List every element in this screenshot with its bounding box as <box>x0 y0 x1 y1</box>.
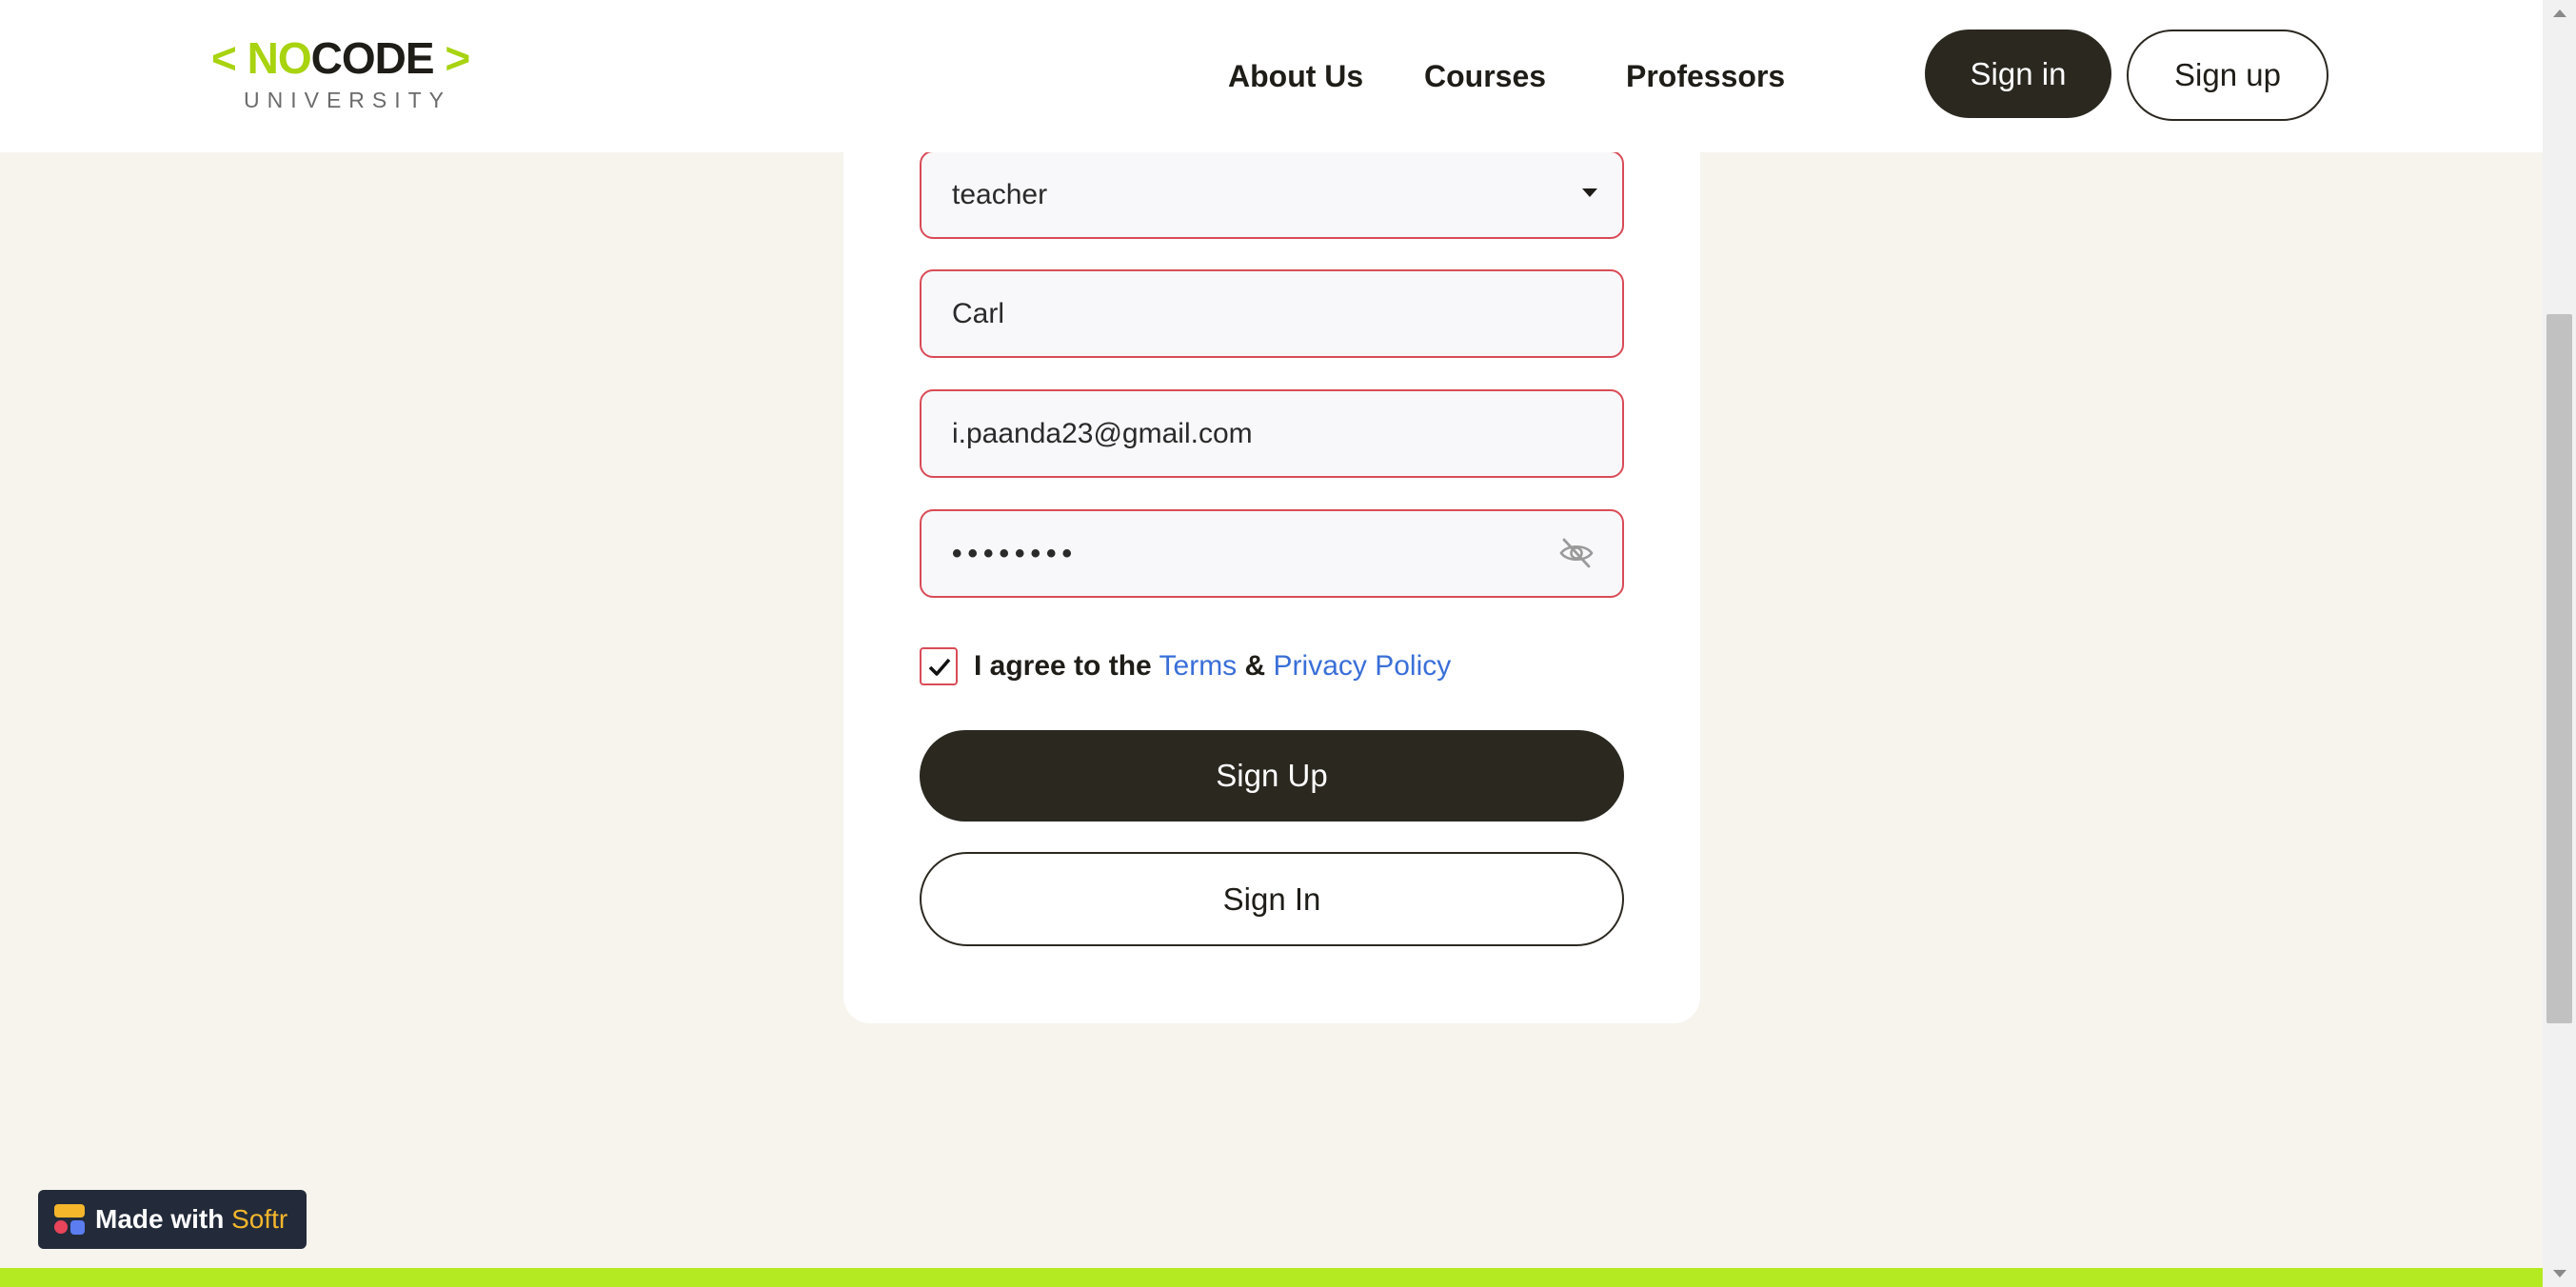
role-select[interactable]: teacher <box>920 150 1624 239</box>
nav-professors[interactable]: Professors <box>1626 55 1785 97</box>
header-sign-in-button[interactable]: Sign in <box>1925 30 2111 118</box>
sign-in-button[interactable]: Sign In <box>920 852 1624 946</box>
email-field-value: i.paanda23@gmail.com <box>952 418 1253 449</box>
name-field[interactable]: Carl <box>920 269 1624 358</box>
eye-off-icon[interactable] <box>1559 537 1594 569</box>
privacy-policy-link[interactable]: Privacy Policy <box>1274 650 1452 682</box>
scroll-down-icon[interactable] <box>2553 1270 2566 1277</box>
site-header: < NOCODE > UNIVERSITY About Us Courses P… <box>0 0 2543 152</box>
scrollbar-thumb[interactable] <box>2546 314 2572 1023</box>
footer-accent-bar <box>0 1268 2543 1287</box>
caret-down-icon <box>1582 188 1597 197</box>
sign-up-button[interactable]: Sign Up <box>920 730 1624 822</box>
name-field-value: Carl <box>952 298 1005 329</box>
logo-wordmark: < NOCODE > <box>211 33 470 83</box>
header-sign-up-button[interactable]: Sign up <box>2127 30 2328 121</box>
scroll-up-icon[interactable] <box>2553 10 2566 17</box>
email-field[interactable]: i.paanda23@gmail.com <box>920 389 1624 478</box>
logo-subtitle: UNIVERSITY <box>244 88 452 112</box>
nocode-university-logo[interactable]: < NOCODE > UNIVERSITY <box>211 34 470 114</box>
terms-link[interactable]: Terms <box>1159 650 1238 682</box>
agree-label: I agree to the Terms & Privacy Policy <box>974 650 1452 682</box>
made-with-softr-badge[interactable]: Made with Softr <box>38 1190 307 1249</box>
nav-courses[interactable]: Courses <box>1424 55 1546 97</box>
checkmark-icon <box>928 658 951 676</box>
page-scrollbar[interactable] <box>2543 0 2576 1287</box>
password-field-value: •••••••• <box>952 538 1079 569</box>
softr-badge-label: Made with Softr <box>95 1204 288 1234</box>
nav-about-us[interactable]: About Us <box>1228 55 1363 97</box>
role-select-value: teacher <box>952 179 1048 210</box>
password-field[interactable]: •••••••• <box>920 509 1624 598</box>
softr-logo-icon <box>53 1203 86 1236</box>
agree-checkbox[interactable] <box>920 647 958 685</box>
